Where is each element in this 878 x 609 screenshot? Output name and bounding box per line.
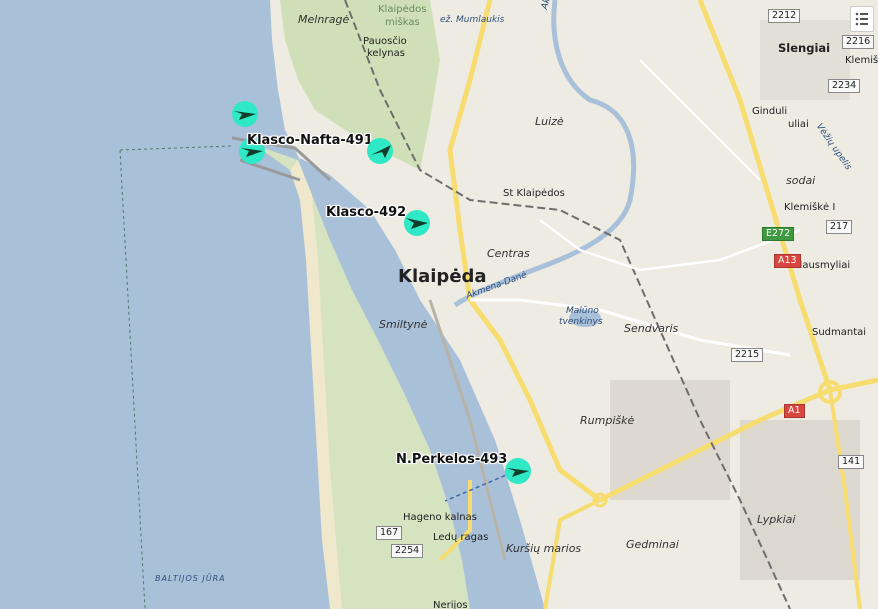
layers-button[interactable] [850,6,874,32]
place-luize: Luizė [535,115,564,128]
place-kelynas: kelynas [367,48,405,59]
vessel-arrow-icon [505,458,531,484]
vessel-arrow-icon [404,210,430,236]
road-shield-e272: E272 [762,227,795,241]
lake-mumlaukis: ež. Mumlaukis [440,15,505,25]
road-shield-2216: 2216 [842,35,875,49]
place-centras: Centras [487,247,530,260]
road-shield-2234: 2234 [828,79,861,93]
vessel-marker[interactable] [365,136,395,166]
place-gedminai: Gedminai [626,538,679,551]
list-icon [855,12,868,26]
place-klemiske: Klemiškė I [784,202,836,213]
vessel-marker[interactable] [503,456,533,486]
road-shield-a13: A13 [774,254,801,268]
road-shield-2212: 2212 [768,9,801,23]
forest-klaipedos-label: Klaipėdos [378,4,427,15]
lagoon-kursiu-marios: Kuršių marios [506,542,582,555]
road-shield-167: 167 [376,526,403,540]
place-hageno-kalnas: Hageno kalnas [403,512,477,523]
place-nerijos: Nerijos [433,600,468,609]
pond-maluno: Malūno [566,306,599,316]
map-view[interactable]: Melnragė Klaipėdos miškas ež. Mumlaukis … [0,0,878,609]
place-melnrage: Melnragė [298,13,350,26]
sea-baltijos-jura: BALTIJOS JŪRA [155,574,226,583]
place-ledu-ragas: Ledų ragas [433,532,489,543]
vessel-label-klasco-492[interactable]: Klasco-492 [326,205,406,220]
place-klemis: Klemiš [845,55,878,66]
place-smiltyne: Smiltynė [379,318,428,331]
station-st-klaipedos: St Klaipėdos [503,188,565,199]
place-sendvaris: Sendvaris [624,322,679,335]
pond-tvenkinys: tvenkinys [559,317,603,327]
vessel-marker[interactable] [402,208,432,238]
road-shield-a1: A1 [784,404,805,418]
forest-miskas-label: miškas [385,17,420,28]
place-uliai: uliai [788,119,809,130]
vessel-label-n-perkelos-493[interactable]: N.Perkelos-493 [396,452,507,467]
vessel-marker[interactable] [230,99,260,129]
place-sudmantai: Sudmantai [812,327,867,338]
place-slengiai: Slengiai [778,41,831,55]
vessel-label-klasco-nafta-491[interactable]: Klasco-Nafta-491 [247,133,373,148]
place-ginduli: Ginduli [752,106,788,117]
road-shield-2215: 2215 [731,348,764,362]
road-shield-2254: 2254 [391,544,424,558]
road-shield-141: 141 [838,455,865,469]
vessel-arrow-icon [367,138,393,164]
place-pauoscio: Pauosčio [363,36,407,47]
vessel-arrow-icon [232,101,258,127]
place-klausmyliai: Klausmyliai [793,260,851,271]
place-lypkiai: Lypkiai [757,513,796,526]
place-sodai: sodai [786,174,816,187]
road-shield-217: 217 [826,220,853,234]
place-rumpiske: Rumpiškė [580,414,635,427]
city-klaipeda: Klaipėda [398,266,487,287]
